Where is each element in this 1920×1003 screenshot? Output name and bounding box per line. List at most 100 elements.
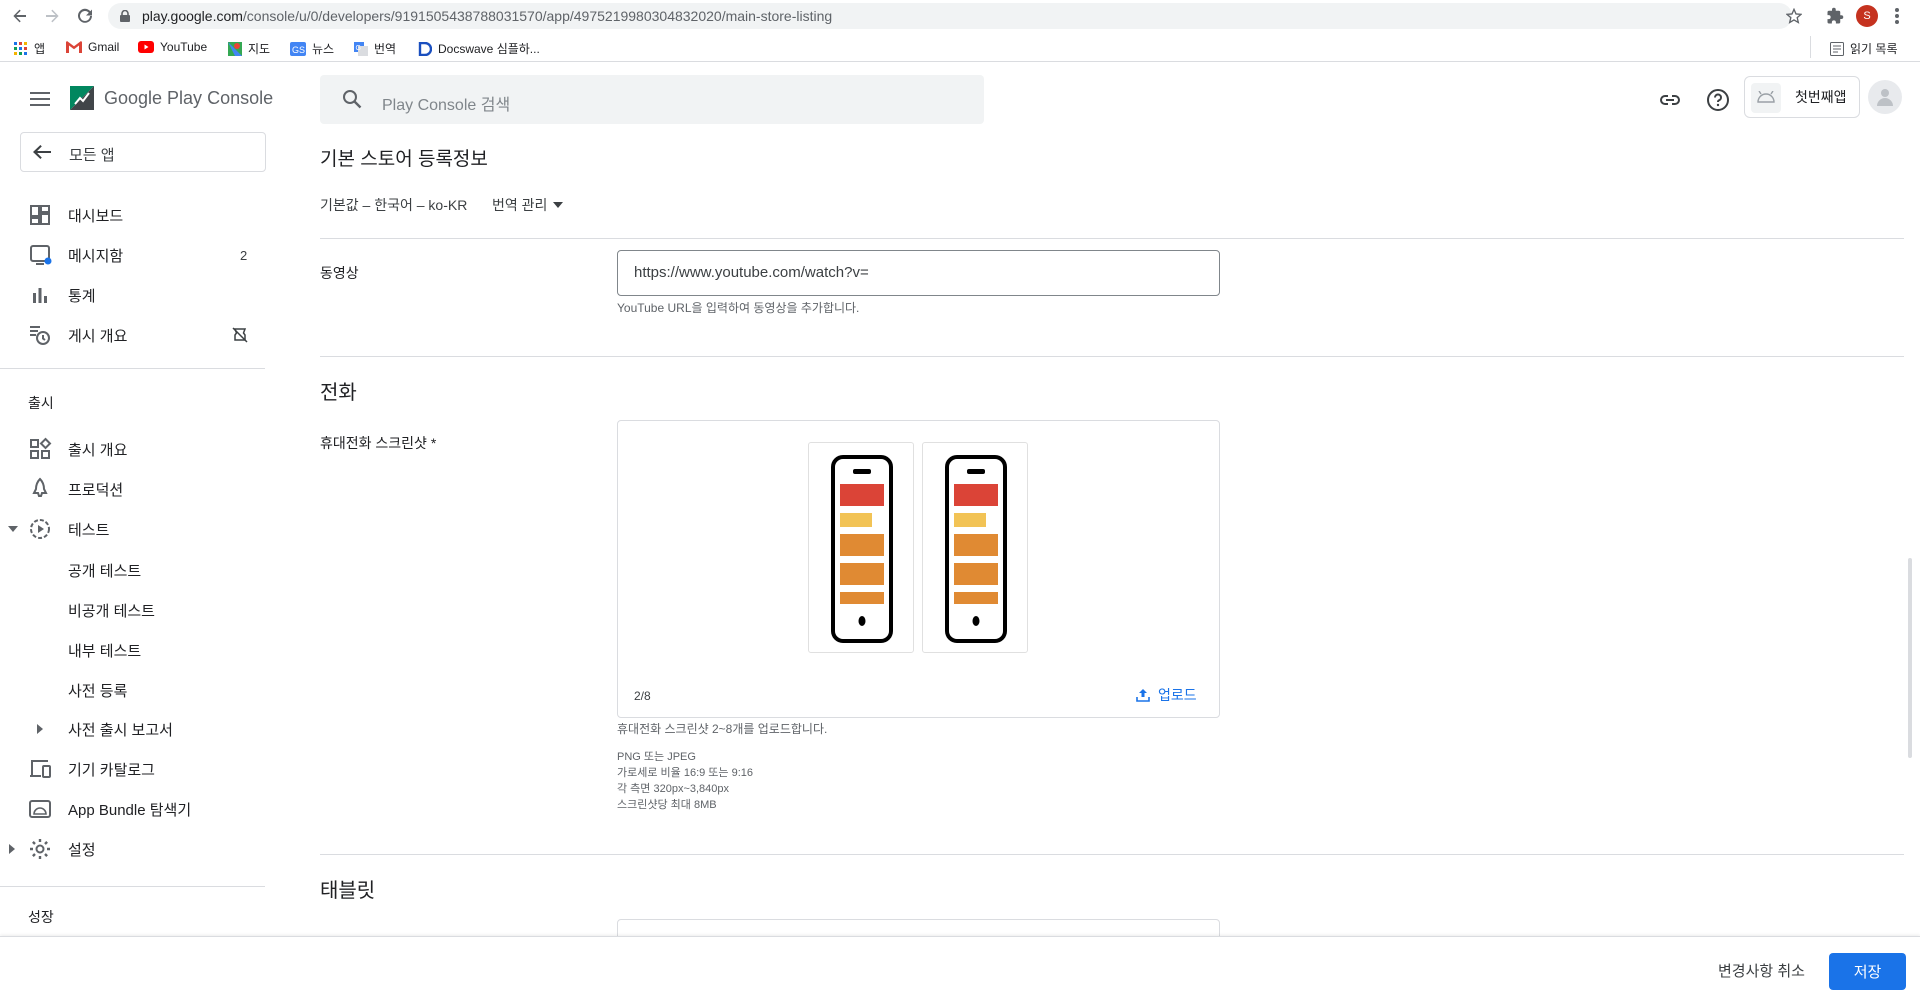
page-title: 기본 스토어 등록정보 — [320, 149, 488, 170]
release-section-heading: 출시 — [28, 395, 54, 411]
bookmark-star-icon[interactable] — [1786, 8, 1802, 24]
svg-text:G: G — [356, 45, 361, 52]
discard-changes-button[interactable]: 변경사항 취소 — [1718, 960, 1805, 981]
bookmark-docswave[interactable]: Docswave 심플하... — [418, 40, 540, 57]
bookmark-youtube[interactable]: YouTube — [138, 40, 207, 54]
sidebar-item-open-testing[interactable]: 공개 테스트 — [68, 560, 141, 581]
screenshot-count: 2/8 — [634, 689, 651, 703]
footer-bar — [0, 936, 1920, 1003]
spec-line: 각 측면 320px~3,840px — [617, 783, 730, 795]
search-input[interactable]: Play Console 검색 — [320, 75, 984, 124]
sidebar-item-release-overview[interactable]: 출시 개요 — [0, 429, 265, 469]
translation-manage-dropdown[interactable]: 번역 관리 — [492, 195, 564, 215]
hamburger-menu-icon[interactable] — [30, 92, 50, 106]
release-overview-icon — [30, 437, 52, 459]
spec-line: PNG 또는 JPEG — [617, 751, 696, 763]
sidebar-item-bundle-explorer[interactable]: App Bundle 탐색기 — [0, 789, 265, 829]
forward-arrow-icon[interactable] — [44, 8, 60, 24]
all-apps-button[interactable]: 모든 앱 — [20, 132, 266, 172]
bookmark-translate[interactable]: G 번역 — [354, 40, 396, 57]
bookmark-label: 앱 — [34, 42, 46, 56]
bookmark-news[interactable]: GS 뉴스 — [290, 40, 334, 57]
android-icon — [1757, 91, 1775, 103]
video-label: 동영상 — [320, 265, 359, 281]
sidebar-item-internal-testing[interactable]: 내부 테스트 — [68, 640, 141, 661]
phone-mockup-image — [945, 455, 1007, 643]
sidebar-item-production[interactable]: 프로덕션 — [0, 469, 265, 509]
sidebar-item-label: App Bundle 탐색기 — [68, 801, 192, 819]
section-divider — [320, 356, 1904, 357]
bookmarks-bar: 앱 Gmail YouTube 지도 GS 뉴스 G 번역 Docswave 심… — [0, 32, 1920, 62]
all-apps-label: 모든 앱 — [69, 147, 115, 164]
bookmark-maps[interactable]: 지도 — [228, 40, 270, 57]
gmail-icon — [66, 41, 82, 53]
upload-label: 업로드 — [1158, 687, 1197, 703]
maps-icon — [228, 41, 242, 56]
bookmark-label: 번역 — [374, 42, 397, 56]
help-icon[interactable] — [1706, 88, 1730, 112]
reading-list-button[interactable]: 읽기 목록 — [1830, 40, 1898, 57]
app-thumbnail — [1751, 83, 1781, 113]
sidebar-item-pre-registration[interactable]: 사전 등록 — [68, 680, 127, 701]
app-switcher[interactable]: 첫번째앱 — [1744, 76, 1860, 118]
phone-screenshot-thumbnail[interactable] — [808, 442, 914, 653]
profile-avatar[interactable]: S — [1856, 5, 1878, 27]
sidebar-item-pre-launch-report[interactable]: 사전 출시 보고서 — [0, 709, 265, 749]
translate-icon: G — [354, 41, 368, 56]
browser-menu-icon[interactable] — [1894, 7, 1900, 25]
dashboard-icon — [30, 205, 50, 225]
collapse-arrow-icon — [8, 526, 18, 532]
sidebar-item-settings[interactable]: 설정 — [0, 829, 265, 869]
sidebar-item-dashboard[interactable]: 대시보드 — [0, 195, 265, 235]
extensions-puzzle-icon[interactable] — [1826, 7, 1844, 25]
url-path: /console/u/0/developers/9191505438788031… — [242, 8, 833, 24]
sidebar-item-publishing-overview[interactable]: 게시 개요 — [0, 315, 265, 355]
translation-manage-label: 번역 관리 — [492, 197, 548, 213]
sidebar-divider — [0, 368, 265, 369]
sidebar-item-closed-testing[interactable]: 비공개 테스트 — [68, 600, 155, 621]
sidebar-item-label: 사전 출시 보고서 — [68, 721, 173, 739]
sidebar-item-label: 설정 — [68, 841, 96, 859]
app-name: 첫번째앱 — [1795, 89, 1847, 105]
bookmarks-divider — [1810, 36, 1811, 58]
news-icon: GS — [290, 41, 306, 56]
phone-help-text: 휴대전화 스크린샷 2~8개를 업로드합니다. — [617, 722, 828, 736]
reload-icon[interactable] — [76, 7, 94, 25]
sidebar-item-label: 출시 개요 — [68, 441, 128, 459]
sidebar-item-device-catalog[interactable]: 기기 카탈로그 — [0, 749, 265, 789]
screenshot-spec-list: PNG 또는 JPEG 가로세로 비율 16:9 또는 9:16 각 측면 32… — [617, 749, 753, 813]
dropdown-arrow-icon — [553, 202, 564, 208]
docswave-icon — [418, 41, 432, 56]
upload-icon — [1136, 689, 1150, 702]
upload-button[interactable]: 업로드 — [1136, 685, 1197, 705]
back-arrow-icon[interactable] — [12, 8, 28, 24]
video-url-input[interactable]: https://www.youtube.com/watch?v= — [617, 250, 1220, 296]
scrollbar-thumb[interactable] — [1908, 558, 1912, 758]
account-avatar[interactable] — [1868, 80, 1902, 114]
url-text: play.google.com/console/u/0/developers/9… — [142, 8, 832, 24]
reading-list-label: 읽기 목록 — [1850, 42, 1898, 56]
devices-icon — [30, 760, 51, 778]
sidebar-item-testing[interactable]: 테스트 — [0, 509, 265, 549]
browser-toolbar: play.google.com/console/u/0/developers/9… — [0, 0, 1920, 32]
bookmark-label: 뉴스 — [312, 42, 335, 56]
section-divider — [320, 854, 1904, 855]
sidebar-item-statistics[interactable]: 통계 — [0, 275, 265, 315]
bookmark-label: Docswave 심플하... — [438, 42, 540, 56]
sidebar-item-inbox[interactable]: 메시지함 2 — [0, 235, 265, 275]
youtube-icon — [138, 41, 154, 53]
bookmark-gmail[interactable]: Gmail — [66, 40, 119, 54]
sidebar-item-label: 메시지함 — [68, 247, 124, 265]
play-console-logo[interactable]: Google Play Console — [68, 84, 273, 112]
save-button[interactable]: 저장 — [1829, 953, 1906, 990]
phone-screenshot-thumbnail[interactable] — [922, 442, 1028, 653]
link-icon[interactable] — [1658, 88, 1682, 112]
bookmark-apps[interactable]: 앱 — [14, 40, 45, 57]
expand-arrow-icon — [9, 844, 15, 854]
sidebar-item-label: 테스트 — [68, 521, 110, 539]
svg-text:GS: GS — [292, 45, 305, 55]
sidebar-item-label: 기기 카탈로그 — [68, 761, 155, 779]
phone-section-title: 전화 — [320, 382, 357, 404]
sidebar-divider — [0, 886, 265, 887]
phone-screenshot-uploader: 2/8 업로드 — [617, 420, 1220, 718]
